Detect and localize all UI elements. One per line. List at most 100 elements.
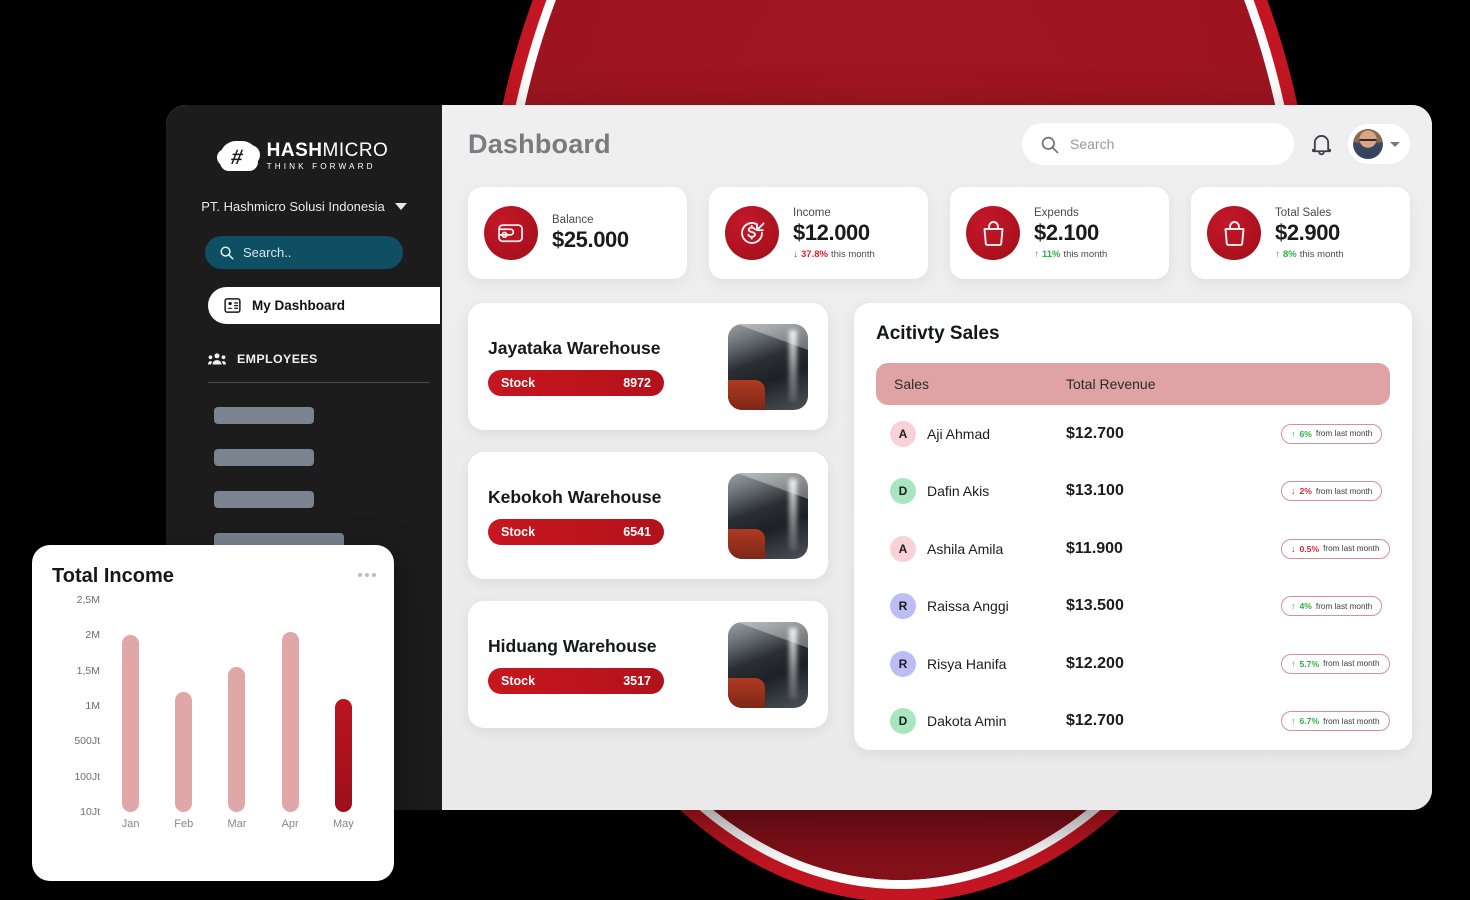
search-placeholder: Search — [1070, 136, 1115, 152]
chevron-down-icon — [1390, 141, 1400, 147]
sidebar-skeleton-item — [214, 491, 314, 509]
column-header-sales: Sales — [894, 376, 930, 392]
stock-badge: Stock 8972 — [488, 369, 664, 396]
stat-delta: ↑ 11% this month — [1034, 249, 1107, 260]
stat-delta-suffix: this month — [1299, 248, 1344, 260]
bar-column[interactable] — [267, 631, 313, 812]
avatar: A — [890, 535, 916, 562]
income-coin-icon — [725, 206, 779, 260]
stat-card-balance[interactable]: Balance $25.000 — [468, 187, 687, 279]
activity-sales-title: Acitivty Sales — [876, 323, 1000, 344]
stat-label: Balance — [552, 213, 594, 226]
page-title: Dashboard — [468, 128, 611, 159]
stat-card-expends[interactable]: Expends $2.100 ↑ 11% this month — [950, 187, 1169, 279]
x-axis-tick: Feb — [174, 818, 194, 830]
search-input[interactable]: Search — [1022, 123, 1294, 165]
x-axis-tick: Mar — [227, 818, 247, 830]
logo-name-thin: MICRO — [322, 140, 389, 161]
stat-value: $25.000 — [552, 226, 629, 252]
delta-value: 6.7% — [1299, 716, 1320, 727]
delta-suffix: from last month — [1323, 716, 1380, 726]
table-row[interactable]: D Dafin Akis $13.100 ↓ 2% from last mont… — [876, 463, 1390, 521]
bar[interactable] — [228, 667, 246, 812]
stock-label: Stock — [501, 673, 536, 688]
table-row[interactable]: A Ashila Amila $11.900 ↓ 0.5% from last … — [876, 520, 1390, 578]
delta-value: 6% — [1299, 428, 1312, 439]
bar[interactable] — [175, 691, 193, 812]
delta-suffix: from last month — [1323, 544, 1380, 554]
status-badge: ↑ 4% from last month — [1281, 596, 1383, 617]
sidebar-item-my-dashboard-label: My Dashboard — [252, 298, 346, 314]
warehouse-card[interactable]: Jayataka Warehouse Stock 8972 — [468, 303, 828, 430]
sidebar-search-input[interactable]: Search.. — [205, 236, 403, 270]
stat-card-income[interactable]: Income $12.000 ↓ 37.8% this month — [709, 187, 928, 279]
status-badge: ↑ 6.7% from last month — [1281, 711, 1390, 732]
hashmicro-cloud-logo-icon: # — [216, 141, 260, 172]
stock-label: Stock — [501, 375, 536, 390]
notification-bell-button[interactable] — [1308, 131, 1334, 157]
sidebar-item-my-dashboard[interactable]: My Dashboard — [208, 287, 440, 325]
table-row[interactable]: R Raissa Anggi $13.500 ↑ 4% from last mo… — [876, 578, 1390, 636]
profile-menu-button[interactable] — [1348, 124, 1410, 164]
stock-value: 8972 — [623, 375, 651, 390]
x-axis-tick: Jan — [121, 818, 140, 830]
sales-person: A Aji Ahmad — [876, 420, 1066, 447]
total-revenue-value: $12.700 — [1066, 712, 1124, 730]
bar[interactable] — [122, 635, 140, 812]
stock-value: 3517 — [623, 673, 651, 688]
bar[interactable] — [281, 631, 299, 812]
company-name: PT. Hashmicro Solusi Indonesia — [201, 199, 385, 215]
delta-suffix: from last month — [1315, 486, 1373, 496]
y-axis: 2,5M 2M 1,5M 1M 500Jt 100Jt 10Jt — [52, 594, 100, 818]
total-revenue-value: $12.200 — [1066, 654, 1124, 672]
stat-delta-suffix: this month — [1063, 248, 1108, 260]
arrow-down-icon: ↓ — [1291, 543, 1296, 554]
y-axis-tick: 100Jt — [74, 770, 100, 783]
stat-value: $2.100 — [1034, 219, 1099, 245]
bar-column[interactable] — [320, 698, 366, 812]
delta-suffix: from last month — [1315, 429, 1373, 439]
status-badge: ↑ 5.7% from last month — [1281, 653, 1390, 674]
sales-person: D Dakota Amin — [876, 708, 1066, 735]
arrow-down-icon: ↓ — [793, 248, 798, 260]
delta-badge-wrap: ↑ 6.7% from last month — [1281, 711, 1390, 732]
table-row[interactable]: R Risya Hanifa $12.200 ↑ 5.7% from last … — [876, 635, 1390, 693]
main-content: Dashboard Search Balance $25.000 Income … — [442, 105, 1432, 810]
stat-delta: ↑ 8% this month — [1275, 249, 1344, 260]
bar[interactable] — [334, 698, 352, 812]
bar-column[interactable] — [161, 691, 207, 812]
stock-badge: Stock 6541 — [488, 518, 664, 545]
search-icon — [220, 246, 234, 260]
stat-delta-value: 8% — [1283, 248, 1297, 260]
bar-column[interactable] — [108, 635, 154, 812]
stat-card-total-sales[interactable]: Total Sales $2.900 ↑ 8% this month — [1191, 187, 1410, 279]
warehouse-name: Hiduang Warehouse — [488, 635, 657, 656]
sales-person: A Ashila Amila — [876, 535, 1066, 562]
sales-person: R Raissa Anggi — [876, 593, 1066, 620]
y-axis-tick: 1M — [85, 700, 100, 712]
warehouse-card[interactable]: Hiduang Warehouse Stock 3517 — [468, 601, 828, 728]
y-axis-tick: 2M — [85, 629, 100, 642]
search-icon — [1041, 136, 1059, 153]
y-axis-tick: 1,5M — [76, 664, 100, 677]
avatar: A — [890, 420, 916, 447]
delta-value: 0.5% — [1299, 543, 1320, 554]
chart-header: Total Income — [52, 565, 376, 588]
chart-title: Total Income — [52, 565, 174, 587]
bag-icon — [1207, 206, 1261, 260]
arrow-down-icon: ↓ — [1291, 486, 1296, 497]
warehouse-thumbnail — [728, 621, 808, 708]
stat-value: $12.000 — [793, 219, 870, 245]
x-axis-tick: May — [332, 818, 354, 830]
bar-column[interactable] — [214, 667, 260, 812]
warehouse-card[interactable]: Kebokoh Warehouse Stock 6541 — [468, 452, 828, 579]
company-selector[interactable]: PT. Hashmicro Solusi Indonesia — [166, 199, 442, 214]
table-row[interactable]: A Aji Ahmad $12.700 ↑ 6% from last month — [876, 405, 1390, 463]
stat-label: Total Sales — [1275, 206, 1332, 219]
sidebar-section-employees[interactable]: EMPLOYEES — [208, 352, 430, 384]
sales-table-header: Sales Total Revenue — [876, 363, 1390, 405]
total-revenue-value: $13.500 — [1066, 597, 1124, 615]
y-axis-tick: 10Jt — [80, 806, 100, 818]
table-row[interactable]: D Dakota Amin $12.700 ↑ 6.7% from last m… — [876, 693, 1390, 751]
more-dots-icon[interactable] — [358, 573, 376, 577]
